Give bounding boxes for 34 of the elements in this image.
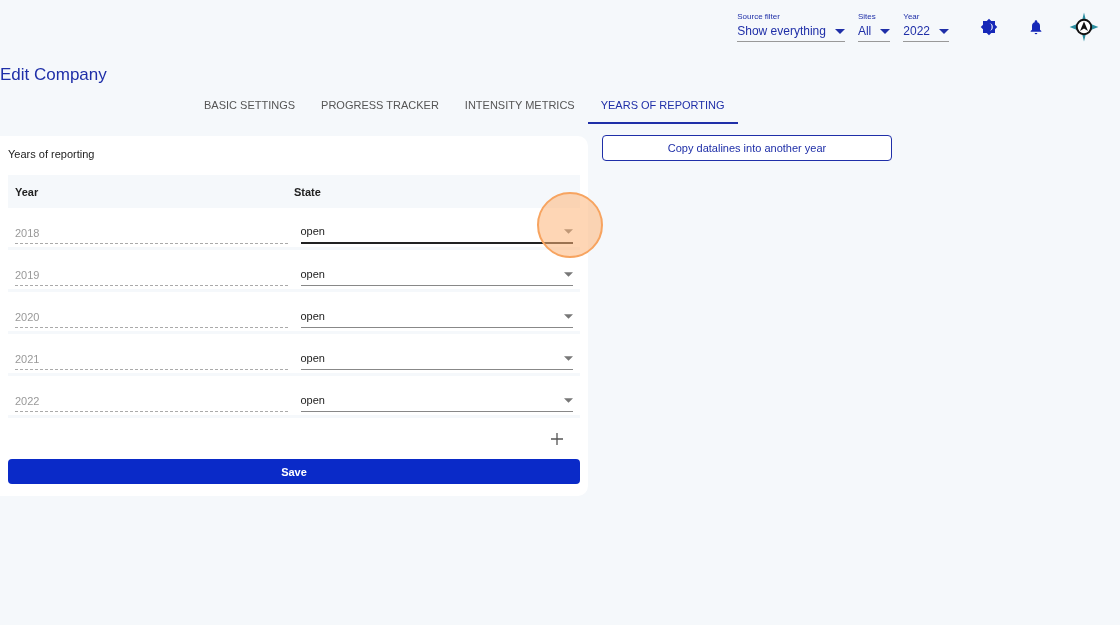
year-field: 2019 — [15, 269, 288, 286]
column-header: Year — [15, 185, 40, 198]
caret-icon — [564, 228, 573, 234]
filter-select[interactable]: Source filter Show everything — [737, 12, 845, 42]
add-icon[interactable] — [551, 433, 563, 445]
tab[interactable]: PROGRESS TRACKER — [308, 92, 452, 124]
state-select[interactable]: open — [300, 310, 573, 328]
card-title: Years of reporting — [8, 148, 96, 160]
state-select[interactable]: open — [300, 268, 573, 286]
filter-select[interactable]: Sites All — [857, 12, 891, 42]
caret-icon — [834, 28, 845, 34]
save-button[interactable]: Save — [8, 459, 580, 484]
column-header: State — [294, 185, 322, 198]
bell-icon[interactable] — [1028, 19, 1044, 35]
tab[interactable]: YEARS OF REPORTING — [587, 92, 738, 124]
year-field: 2021 — [15, 353, 288, 370]
year-field: 2022 — [15, 395, 288, 412]
caret-icon — [939, 28, 949, 34]
copy-button[interactable]: Copy datalines into another year — [602, 135, 892, 161]
caret-icon — [564, 313, 573, 319]
filter-select[interactable]: Year 2022 — [903, 12, 949, 42]
caret-icon — [564, 271, 573, 277]
tab[interactable]: BASIC SETTINGS — [191, 92, 309, 124]
brightness-icon[interactable] — [980, 18, 998, 36]
state-select[interactable]: open — [300, 225, 573, 244]
caret-icon — [880, 28, 891, 34]
caret-icon — [564, 355, 573, 361]
state-select[interactable]: open — [300, 394, 573, 412]
state-select[interactable]: open — [300, 352, 573, 370]
year-field: 2020 — [15, 311, 288, 328]
year-field: 2018 — [15, 227, 288, 244]
tab[interactable]: INTENSITY METRICS — [451, 92, 588, 124]
caret-icon — [564, 397, 573, 403]
page-title: Edit Company — [0, 65, 108, 85]
